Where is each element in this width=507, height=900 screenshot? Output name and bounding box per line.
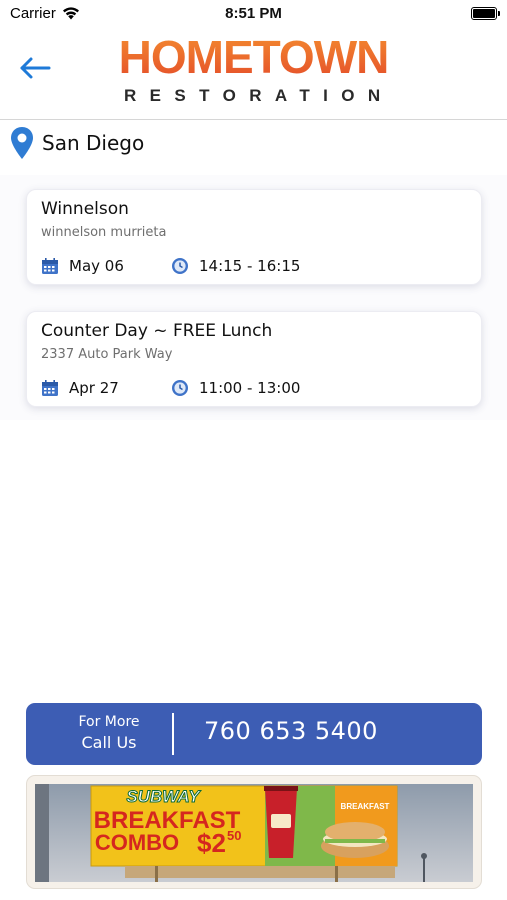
back-button[interactable]	[16, 50, 56, 86]
clock-icon	[172, 258, 188, 274]
ad-price-cents: 50	[227, 828, 241, 843]
event-title: Counter Day ~ FREE Lunch	[41, 321, 273, 341]
phone-number: 760 653 5400	[204, 717, 378, 745]
ad-headline-2: COMBO	[95, 830, 179, 855]
event-time: 14:15 - 16:15	[199, 257, 301, 275]
ad-price: $2	[197, 828, 226, 858]
event-card[interactable]: Winnelson winnelson murrieta May 06 14:1…	[26, 189, 482, 285]
event-date: Apr 27	[69, 379, 119, 397]
event-time-row: 11:00 - 13:00	[171, 378, 300, 398]
for-more-label: For More	[78, 714, 140, 730]
event-location: winnelson murrieta	[41, 225, 167, 240]
location-row: San Diego	[10, 124, 144, 162]
event-date-row: May 06	[41, 256, 124, 276]
clock-time: 8:51 PM	[225, 5, 282, 22]
call-us-label: Call Us	[81, 733, 137, 752]
event-date: May 06	[69, 257, 124, 275]
map-pin-icon	[11, 127, 33, 159]
subway-billboard-image: SUBWAY BREAKFAST COMBO $2 50 BREAKFAST	[35, 784, 473, 882]
ad-side-label: BREAKFAST	[341, 802, 390, 811]
hometown-restoration-logo: HOMETOWN RESTORATION	[116, 34, 391, 105]
ad-brand: SUBWAY	[126, 787, 201, 806]
clock-icon	[172, 380, 188, 396]
event-card[interactable]: Counter Day ~ FREE Lunch 2337 Auto Park …	[26, 311, 482, 407]
arrow-left-icon	[20, 57, 51, 79]
battery-icon	[471, 7, 500, 20]
ad-banner[interactable]: SUBWAY BREAKFAST COMBO $2 50 BREAKFAST	[26, 775, 482, 889]
calendar-icon	[42, 380, 58, 396]
call-label: For More Call Us	[72, 713, 146, 755]
calendar-icon	[42, 258, 58, 274]
divider	[172, 713, 174, 755]
logo-tagline: RESTORATION	[124, 86, 394, 105]
event-location: 2337 Auto Park Way	[41, 347, 173, 362]
event-title: Winnelson	[41, 199, 129, 219]
status-bar: Carrier 8:51 PM	[0, 0, 507, 28]
city-name: San Diego	[42, 131, 145, 155]
call-us-button[interactable]: For More Call Us 760 653 5400	[26, 703, 482, 765]
event-time: 11:00 - 13:00	[199, 379, 301, 397]
event-date-row: Apr 27	[41, 378, 119, 398]
event-time-row: 14:15 - 16:15	[171, 256, 300, 276]
app-header: HOMETOWN RESTORATION	[0, 28, 507, 120]
logo-wordmark: HOMETOWN	[116, 34, 391, 80]
